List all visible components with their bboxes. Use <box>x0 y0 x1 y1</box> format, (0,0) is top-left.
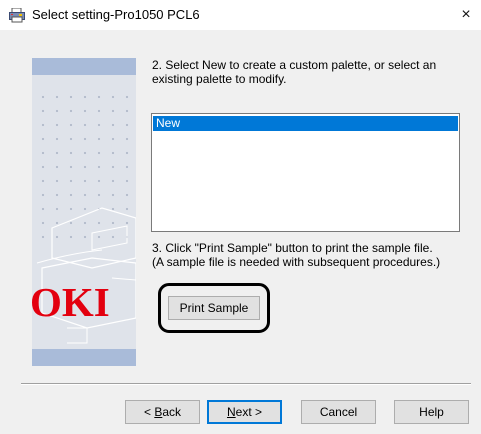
next-button[interactable]: Next > <box>207 400 282 424</box>
list-item-new[interactable]: New <box>153 116 458 131</box>
print-sample-button[interactable]: Print Sample <box>168 296 260 320</box>
palette-listbox[interactable]: New <box>151 113 460 232</box>
side-banner: OKI <box>32 58 136 366</box>
back-rest: ack <box>162 405 182 419</box>
next-accel: N <box>226 405 236 419</box>
banner-bottom-band <box>32 349 136 366</box>
step3-line1: 3. Click "Print Sample" button to print … <box>152 241 433 255</box>
oki-logo: OKI <box>32 279 110 325</box>
step3-line2: (A sample file is needed with subsequent… <box>152 255 441 269</box>
step2-instruction: 2. Select New to create a custom palette… <box>152 58 436 86</box>
back-prefix: < <box>143 405 155 419</box>
step2-line1: 2. Select New to create a custom palette… <box>152 58 437 72</box>
window-title: Select setting-Pro1050 PCL6 <box>32 7 200 22</box>
help-button[interactable]: Help <box>394 400 469 424</box>
next-rest: ext > <box>235 405 263 419</box>
close-icon[interactable]: × <box>452 3 480 27</box>
back-button[interactable]: < Back <box>125 400 200 424</box>
title-bar: Select setting-Pro1050 PCL6 × <box>0 0 481 30</box>
step3-instruction: 3. Click "Print Sample" button to print … <box>152 241 440 269</box>
cancel-button[interactable]: Cancel <box>301 400 376 424</box>
step2-line2: existing palette to modify. <box>152 72 287 86</box>
printer-app-icon <box>9 8 25 23</box>
footer-separator-highlight <box>21 384 471 385</box>
